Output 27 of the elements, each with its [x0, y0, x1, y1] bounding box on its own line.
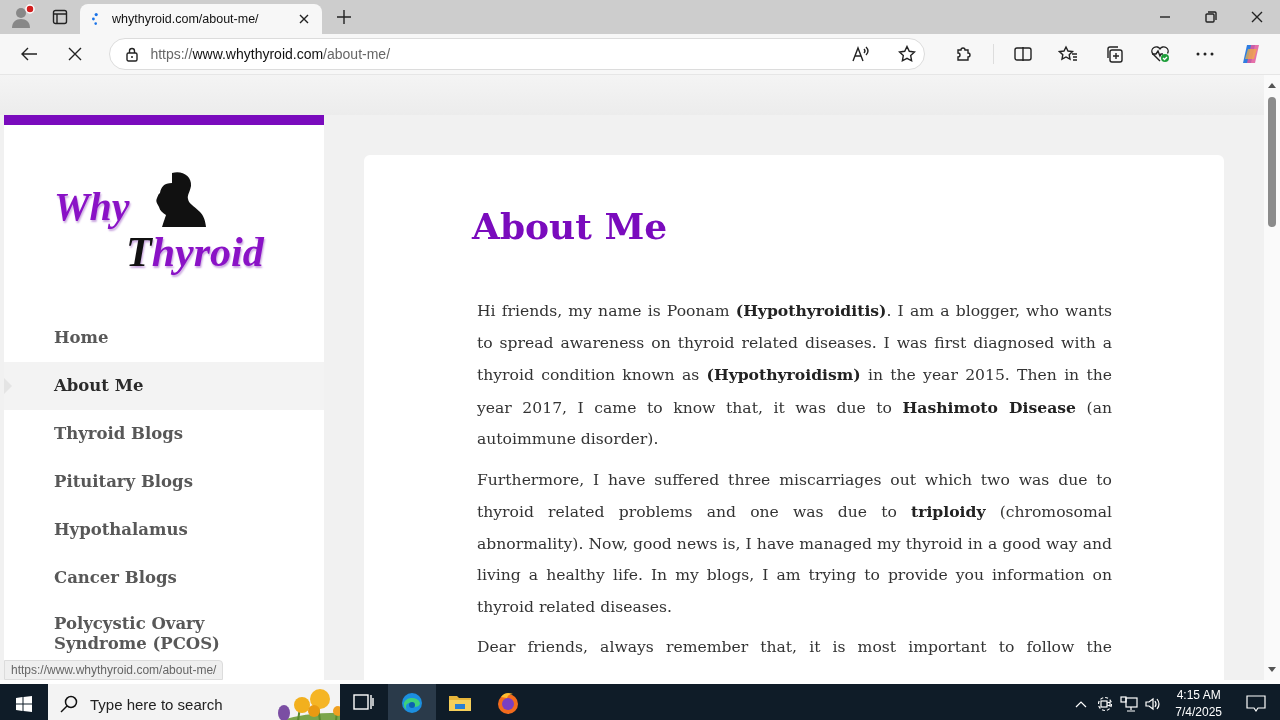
scrollbar[interactable] [1264, 75, 1280, 680]
link-preview-tooltip: https://www.whythyroid.com/about-me/ [4, 660, 224, 680]
nav-link[interactable]: Pituitary Blogs [4, 458, 324, 506]
url-text: https://www.whythyroid.com/about-me/ [150, 46, 392, 62]
windows-logo-icon [16, 696, 32, 712]
nav-link[interactable]: Thyroid Blogs [4, 410, 324, 458]
nav-link[interactable]: Hypothalamus [4, 506, 324, 554]
nav-link[interactable]: Home [4, 314, 324, 362]
logo-text: Thyroid [126, 231, 266, 273]
nav-link[interactable]: Cancer Blogs [4, 554, 324, 602]
paragraph: Dear friends, always remember that, it is most important to follow the [477, 637, 1112, 658]
logo-text: Why [54, 187, 130, 227]
search-field[interactable]: Type here to search [88, 694, 248, 714]
scrollbar-thumb[interactable] [1268, 97, 1276, 227]
article-title: About Me [472, 205, 669, 247]
tab-title: whythyroid.com/about-me/ [112, 12, 260, 26]
paragraph: Hi friends, my name is Poonam (Hypothyroiditis). I am a blogger, who wants to spread awareness on thyroid related diseases. I was first diagnosed with a thyroid condition known as (Hypothyroidism) in the year 2015. Then in the year 2017, I came to know that, it was due to Hashimoto Disease (an autoimmune disorder). [477, 300, 1112, 450]
paragraph: Furthermore, I have suffered three miscarriages out which two was due to thyroid related problems and one was due to triploidy (chromosomal abnormality). Now, good news is, I have managed my thyroid in a good way and living a healthy life. In my blogs, I am trying to provide you information on thyroid related diseases. [477, 469, 1112, 618]
lock-icon [126, 46, 139, 62]
search-icon [60, 695, 78, 713]
address-bar[interactable]: https://www.whythyroid.com/about-me/ [109, 38, 926, 70]
nav-link[interactable]: About Me [4, 362, 324, 410]
taskbar-search-box[interactable]: Type here to search [48, 684, 340, 720]
loading-spinner-icon [92, 13, 98, 25]
browser-tab[interactable]: whythyroid.com/about-me/ [80, 4, 322, 34]
taskbar-app-browser-icon[interactable] [388, 684, 436, 720]
clock[interactable]: 4:15 AM 7/4/2025 [1165, 687, 1232, 720]
